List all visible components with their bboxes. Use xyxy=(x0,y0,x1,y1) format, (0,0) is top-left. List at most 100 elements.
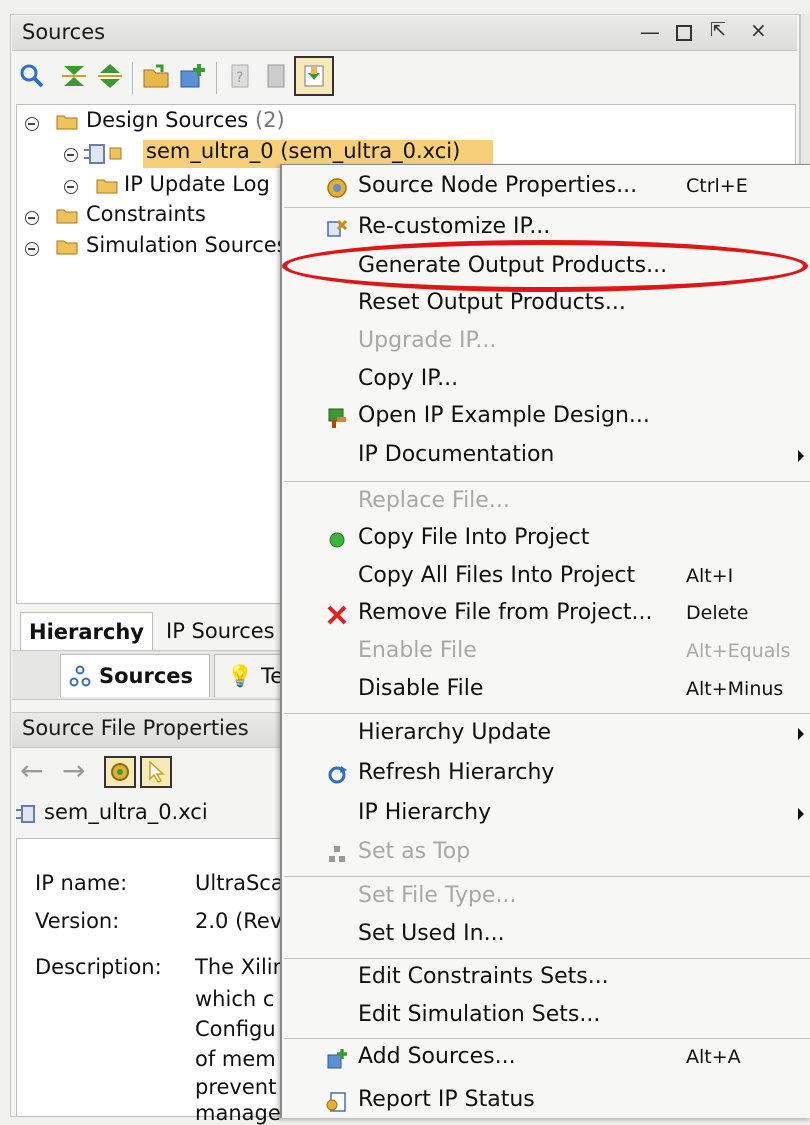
add-sources-icon[interactable] xyxy=(178,62,206,90)
menu-item-label: Replace File... xyxy=(358,488,510,513)
menu-item-label: IP Documentation xyxy=(358,442,555,467)
menu-item-label: Upgrade IP... xyxy=(358,328,497,353)
menu-item-label: Set File Type... xyxy=(358,883,517,908)
back-arrow-icon[interactable]: ← xyxy=(20,754,43,787)
menu-item-source-node-properties[interactable]: Source Node Properties... Ctrl+E xyxy=(282,171,810,207)
report-icon xyxy=(326,1092,346,1112)
menu-item-hierarchy-update[interactable]: Hierarchy Update xyxy=(282,718,810,754)
menu-item-label: Disable File xyxy=(358,676,484,701)
tab-ip-sources[interactable]: IP Sources xyxy=(158,612,283,650)
menu-item-copy-ip[interactable]: Copy IP... xyxy=(282,364,810,400)
expand-toggle-icon[interactable] xyxy=(25,242,39,256)
prop-value: 2.0 (Rev xyxy=(195,909,283,933)
menu-item-shortcut: Alt+I xyxy=(686,565,734,587)
menu-item-open-ip-example-design[interactable]: Open IP Example Design... xyxy=(282,401,810,437)
tab-hierarchy[interactable]: Hierarchy xyxy=(20,612,153,651)
menu-item-enable-file[interactable]: Enable File Alt+Equals xyxy=(282,636,810,672)
tab-sources[interactable]: Sources xyxy=(60,654,210,697)
select-toggle[interactable] xyxy=(140,756,172,788)
menu-item-copy-file-into-project[interactable]: Copy File Into Project xyxy=(282,523,810,559)
menu-item-label: Hierarchy Update xyxy=(358,720,552,745)
submenu-arrow-icon xyxy=(798,450,804,462)
document-icon[interactable] xyxy=(262,62,290,90)
menu-item-copy-all-files-into-project[interactable]: Copy All Files Into Project Alt+I xyxy=(282,561,810,597)
minimize-icon[interactable]: — xyxy=(640,20,660,44)
expand-toggle-icon[interactable] xyxy=(64,180,78,194)
tree-item-ip-update-log[interactable]: IP Update Log xyxy=(124,172,270,196)
menu-item-replace-file[interactable]: Replace File... xyxy=(282,486,810,522)
forward-arrow-icon[interactable]: → xyxy=(62,754,85,787)
toolbar-separator xyxy=(216,62,217,94)
refresh-icon xyxy=(328,766,347,784)
show-sources-toggle[interactable] xyxy=(294,56,334,96)
menu-item-set-used-in[interactable]: Set Used In... xyxy=(282,919,810,955)
menu-item-set-as-top[interactable]: Set as Top xyxy=(282,837,810,873)
settings-toggle[interactable] xyxy=(104,756,136,788)
expand-all-icon[interactable] xyxy=(96,62,124,90)
hierarchy-icon xyxy=(329,846,345,862)
properties-title: Source File Properties xyxy=(22,716,249,740)
menu-item-label: Remove File from Project... xyxy=(358,600,653,625)
green-dot-icon xyxy=(329,532,345,548)
help-icon[interactable]: ? xyxy=(226,62,254,90)
menu-item-generate-output-products[interactable]: Generate Output Products... xyxy=(282,251,810,287)
menu-item-refresh-hierarchy[interactable]: Refresh Hierarchy xyxy=(282,758,810,794)
menu-item-disable-file[interactable]: Disable File Alt+Minus xyxy=(282,674,810,710)
customize-icon xyxy=(327,219,348,237)
search-icon[interactable] xyxy=(18,62,46,90)
menu-item-label: IP Hierarchy xyxy=(358,800,492,825)
add-sources-icon xyxy=(327,1049,347,1069)
description-line: manage xyxy=(195,1101,281,1125)
menu-item-report-ip-status[interactable]: Report IP Status xyxy=(282,1085,810,1121)
menu-item-shortcut: Alt+Minus xyxy=(686,678,784,700)
menu-item-edit-constraints-sets[interactable]: Edit Constraints Sets... xyxy=(282,962,810,998)
close-icon[interactable]: × xyxy=(750,18,767,42)
menu-separator xyxy=(284,876,810,877)
open-folder-icon[interactable] xyxy=(142,62,170,90)
description-line: Configu xyxy=(195,1017,276,1041)
ip-core-icon xyxy=(84,144,122,164)
submenu-arrow-icon xyxy=(798,808,804,820)
menu-item-label: Edit Simulation Sets... xyxy=(358,1002,601,1027)
tree-item-constraints[interactable]: Constraints xyxy=(86,202,206,226)
maximize-icon[interactable] xyxy=(676,25,692,41)
example-design-icon xyxy=(328,408,346,428)
menu-item-add-sources[interactable]: Add Sources... Alt+A xyxy=(282,1042,810,1078)
menu-item-shortcut: Alt+Equals xyxy=(686,640,791,662)
description-line: of mem xyxy=(195,1047,276,1071)
toolbar-separator xyxy=(132,62,133,94)
menu-item-label: Edit Constraints Sets... xyxy=(358,964,609,989)
tree-item-design-sources[interactable]: Design Sources (2) xyxy=(86,108,285,132)
menu-item-label: Add Sources... xyxy=(358,1044,516,1069)
menu-item-recustomize-ip[interactable]: Re-customize IP... xyxy=(282,212,810,248)
menu-item-ip-hierarchy[interactable]: IP Hierarchy xyxy=(282,798,810,834)
menu-separator xyxy=(284,713,810,714)
tree-item-sem-ultra[interactable]: sem_ultra_0 (sem_ultra_0.xci) xyxy=(146,139,460,163)
menu-separator xyxy=(284,1038,810,1039)
expand-toggle-icon[interactable] xyxy=(25,117,39,131)
float-icon[interactable]: ⇱ xyxy=(710,19,726,41)
tree-item-simulation-sources[interactable]: Simulation Sources xyxy=(86,233,288,257)
folder-icon xyxy=(56,240,78,255)
menu-item-label: Reset Output Products... xyxy=(358,290,626,315)
menu-item-remove-file-from-project[interactable]: Remove File from Project... Delete xyxy=(282,598,810,634)
cursor-arrow-icon xyxy=(149,761,165,783)
menu-item-label: Enable File xyxy=(358,638,477,663)
expand-toggle-icon[interactable] xyxy=(25,211,39,225)
expand-toggle-icon[interactable] xyxy=(64,148,78,162)
prop-key: Description: xyxy=(35,955,162,979)
menu-item-label: Re-customize IP... xyxy=(358,214,551,239)
menu-item-label: Set as Top xyxy=(358,839,471,864)
collapse-all-icon[interactable] xyxy=(60,62,88,90)
menu-item-upgrade-ip[interactable]: Upgrade IP... xyxy=(282,326,810,362)
menu-item-reset-output-products[interactable]: Reset Output Products... xyxy=(282,288,810,324)
context-menu: Source Node Properties... Ctrl+E Re-cust… xyxy=(280,164,810,1118)
menu-item-edit-simulation-sets[interactable]: Edit Simulation Sets... xyxy=(282,1000,810,1036)
menu-item-ip-documentation[interactable]: IP Documentation xyxy=(282,440,810,476)
folder-icon xyxy=(96,179,118,194)
tree-item-count: (2) xyxy=(254,108,285,132)
properties-icon xyxy=(327,178,347,198)
menu-item-set-file-type[interactable]: Set File Type... xyxy=(282,881,810,917)
menu-item-label: Open IP Example Design... xyxy=(358,403,650,428)
menu-separator xyxy=(284,958,810,959)
